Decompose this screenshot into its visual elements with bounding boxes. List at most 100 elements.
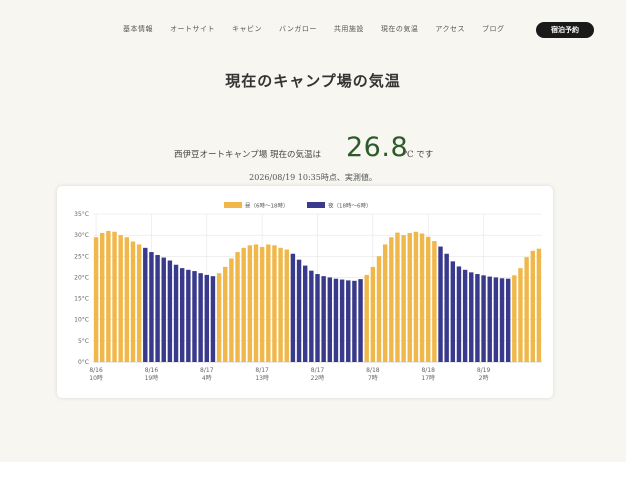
page-background: 基本情報 オートサイト キャビン バンガロー 共用施設 現在の気温 アクセス ブログ 宿泊予約… [0,0,626,462]
bar [229,258,234,362]
bar [475,274,480,362]
x-tick-time: 4時 [202,374,212,382]
main-nav: 基本情報 オートサイト キャビン バンガロー 共用施設 現在の気温 アクセス ブログ [123,24,522,34]
bar [536,248,542,362]
bar [407,233,412,362]
nav-item-4[interactable]: 共用施設 [334,24,364,34]
nav-item-2[interactable]: キャビン [232,24,262,34]
y-tick-label: 25°C [74,253,89,260]
bar [413,231,419,362]
y-tick-label: 35°C [74,211,89,218]
bar [100,233,105,362]
bar [450,261,456,362]
bar [161,257,166,362]
bar [499,278,505,362]
reserve-button[interactable]: 宿泊予約 [536,22,594,38]
y-axis: 0°C 5°C 10°C 15°C 20°C 25°C 30°C 35°C [74,211,89,366]
legend-swatch-1 [307,202,325,208]
bar [247,245,253,362]
bar [266,244,271,362]
bar [505,278,511,362]
y-tick-label: 10°C [74,317,89,324]
bar [223,266,228,362]
page-title: 現在のキャンプ場の気温 [225,72,401,90]
x-tick-date: 8/18 [366,367,380,374]
bar [389,237,394,362]
bar [401,235,406,362]
chart-card: 昼（6時〜18時） 夜（18時〜6時） 0°C 5°C 10°C 15°C 20°C 25°… [57,186,553,398]
bar [419,233,425,362]
bar [130,241,136,362]
bar [333,278,339,362]
bar [124,237,130,362]
x-tick-date: 8/16 [145,367,159,374]
bar [456,266,462,362]
bar [253,244,259,362]
y-tick-label: 0°C [78,359,89,366]
temperature-chart: 昼（6時〜18時） 夜（18時〜6時） 0°C 5°C 10°C 15°C 20°C 25°… [74,202,542,382]
bar [425,236,431,362]
x-tick-time: 19時 [145,374,159,382]
x-tick-time: 10時 [89,374,103,382]
nav-item-6[interactable]: アクセス [435,24,465,34]
bar [155,255,160,362]
bar [315,274,320,362]
nav-item-3[interactable]: バンガロー [279,24,317,34]
y-tick-label: 30°C [74,232,89,239]
bar [204,274,210,362]
bar [93,237,99,362]
x-tick-time: 7時 [368,374,378,382]
bar [327,277,333,362]
bar [358,279,363,362]
bar [179,268,185,362]
nav-item-7[interactable]: ブログ [482,24,505,34]
bar [382,244,388,362]
bar [462,269,468,362]
x-tick-date: 8/19 [477,367,491,374]
nav-item-5[interactable]: 現在の気温 [381,24,419,34]
x-tick-date: 8/16 [89,367,103,374]
bar [438,246,443,362]
bar [210,276,216,362]
legend-label-0: 昼（6時〜18時） [245,202,289,210]
bar [136,244,142,362]
x-tick-date: 8/17 [311,367,325,374]
legend-swatch-0 [224,202,242,208]
bar [432,241,437,362]
bar [352,280,357,362]
bar [167,260,173,362]
bar [173,264,179,362]
bar [192,271,197,362]
bar [272,245,277,362]
x-axis: 8/1610時8/1619時8/174時8/1713時8/1722時8/187時… [89,367,490,382]
bar [395,232,400,362]
bar [149,252,154,362]
bar [469,272,474,362]
nav-item-1[interactable]: オートサイト [170,24,215,34]
bar [370,266,376,362]
y-tick-label: 15°C [74,296,89,303]
bar [302,265,308,362]
bar [259,246,265,362]
temp-prefix: 西伊豆オートキャンプ場 現在の気温は [174,150,321,160]
legend-label-1: 夜（18時〜6時） [328,202,372,210]
bar [518,268,523,362]
bar [309,270,314,362]
bar [346,280,351,362]
y-tick-label: 5°C [78,338,89,345]
bar [284,249,289,362]
bar [524,257,529,362]
temp-suffix: ℃ です [404,150,434,160]
bar [290,253,296,362]
bar [444,253,449,362]
bar [321,276,326,362]
timestamp: 2026/08/19 10:35時点、実測値。 [249,173,377,182]
x-tick-date: 8/18 [421,367,435,374]
bar [278,247,283,362]
bar [487,276,492,362]
bar [186,269,191,362]
bar [106,230,111,362]
x-tick-date: 8/17 [200,367,214,374]
nav-item-0[interactable]: 基本情報 [123,24,153,34]
x-tick-time: 2時 [479,374,489,382]
